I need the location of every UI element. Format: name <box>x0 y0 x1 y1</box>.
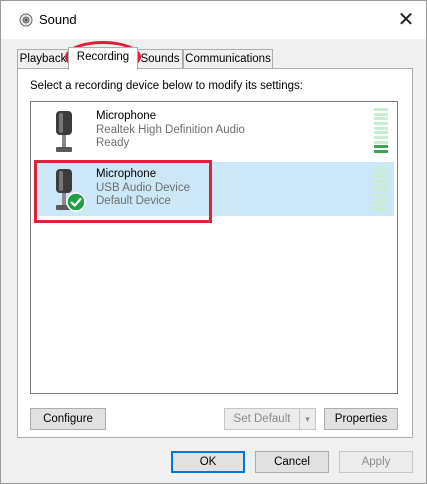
default-check-icon <box>66 192 86 212</box>
microphone-icon <box>56 111 72 152</box>
set-default-button: Set Default ▾ <box>224 408 316 430</box>
instruction-text: Select a recording device below to modif… <box>30 80 303 92</box>
ok-button[interactable]: OK <box>171 451 245 473</box>
configure-button[interactable]: Configure <box>30 408 106 430</box>
title-bar: Sound ✕ <box>1 1 426 39</box>
device-name: Microphone <box>96 110 157 122</box>
apply-button: Apply <box>339 451 413 473</box>
device-name: Microphone <box>96 168 157 180</box>
device-status: Default Device <box>96 195 171 207</box>
chevron-down-icon: ▾ <box>299 409 315 429</box>
tab-communications[interactable]: Communications <box>183 49 273 69</box>
properties-button[interactable]: Properties <box>324 408 398 430</box>
tab-recording[interactable]: Recording <box>68 47 138 70</box>
tab-strip: Playback Recording Sounds Communications <box>17 47 417 70</box>
level-meter <box>374 108 388 153</box>
tab-playback[interactable]: Playback <box>17 49 69 69</box>
device-driver: USB Audio Device <box>96 181 190 194</box>
tab-sounds[interactable]: Sounds <box>137 49 183 69</box>
device-driver: Realtek High Definition Audio <box>96 123 245 136</box>
microphone-icon <box>56 169 86 212</box>
device-status: Ready <box>96 137 130 149</box>
speaker-icon <box>19 13 33 27</box>
device-item-realtek-microphone[interactable]: Microphone Realtek High Definition Audio… <box>34 104 394 158</box>
cancel-button[interactable]: Cancel <box>255 451 329 473</box>
device-text: Microphone USB Audio Device Default Devi… <box>96 168 190 209</box>
sound-dialog: Sound ✕ Playback Recording Sounds Commun… <box>0 0 427 484</box>
device-text: Microphone Realtek High Definition Audio… <box>96 110 245 151</box>
device-item-usb-microphone[interactable]: Microphone USB Audio Device Default Devi… <box>34 162 394 216</box>
close-button[interactable]: ✕ <box>386 1 426 39</box>
window-title: Sound <box>39 12 77 27</box>
close-icon: ✕ <box>397 9 415 31</box>
level-meter <box>374 166 388 211</box>
set-default-label: Set Default <box>233 413 291 425</box>
device-list: Microphone Realtek High Definition Audio… <box>30 101 398 394</box>
recording-panel: Select a recording device below to modif… <box>17 68 413 438</box>
